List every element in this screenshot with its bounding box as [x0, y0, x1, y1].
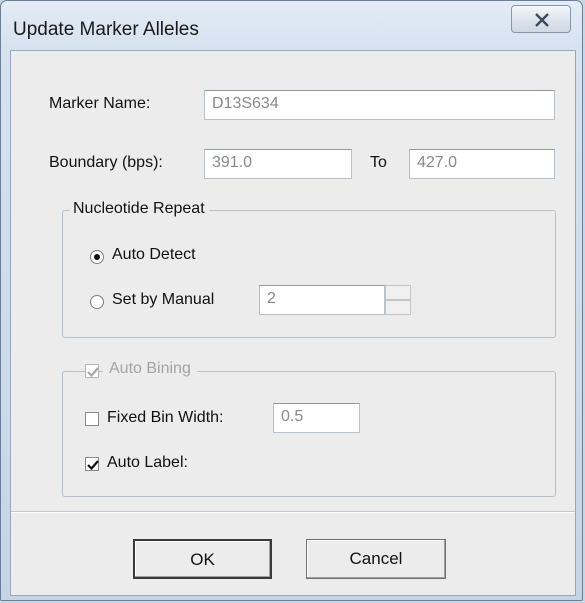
- auto-label-label[interactable]: Auto Label:: [107, 454, 188, 472]
- fixed-bin-width-field[interactable]: 0.5: [273, 403, 360, 433]
- boundary-to-label: To: [370, 154, 387, 171]
- auto-label-checkbox[interactable]: [85, 457, 99, 471]
- checkmark-icon: [87, 460, 99, 471]
- button-separator: [11, 511, 575, 513]
- auto-detect-radio[interactable]: [90, 250, 104, 264]
- boundary-from-field[interactable]: 391.0: [204, 149, 352, 179]
- boundary-label: Boundary (bps):: [49, 154, 163, 171]
- marker-name-field[interactable]: D13S634: [204, 90, 555, 120]
- boundary-to-field[interactable]: 427.0: [409, 149, 555, 179]
- fixed-bin-width-checkbox[interactable]: [85, 412, 99, 426]
- dialog-window: Update Marker Alleles Marker Name: D13S6…: [0, 0, 583, 601]
- spin-up-button[interactable]: [385, 285, 411, 300]
- spin-down-button[interactable]: [385, 300, 411, 315]
- dialog-client-area: Marker Name: D13S634 Boundary (bps): 391…: [10, 50, 576, 596]
- nucleotide-repeat-group: [62, 210, 556, 338]
- set-by-manual-label[interactable]: Set by Manual: [112, 291, 214, 309]
- fixed-bin-width-label[interactable]: Fixed Bin Width:: [107, 409, 223, 427]
- set-by-manual-radio[interactable]: [90, 295, 104, 309]
- ok-button[interactable]: OK: [133, 539, 272, 579]
- manual-repeat-spinner[interactable]: [385, 285, 411, 315]
- auto-binning-label: Auto Bining: [103, 360, 197, 378]
- title-bar[interactable]: Update Marker Alleles: [1, 1, 584, 45]
- checkmark-icon: [87, 367, 99, 378]
- auto-detect-label[interactable]: Auto Detect: [112, 246, 196, 264]
- marker-name-label: Marker Name:: [49, 95, 151, 112]
- close-button[interactable]: [511, 5, 571, 33]
- auto-binning-group: [62, 371, 556, 497]
- dialog-title: Update Marker Alleles: [13, 19, 199, 40]
- cancel-button[interactable]: Cancel: [306, 539, 446, 579]
- nucleotide-repeat-group-label: Nucleotide Repeat: [69, 200, 209, 218]
- close-icon: [535, 13, 549, 27]
- auto-binning-checkbox[interactable]: [85, 364, 99, 378]
- manual-repeat-field[interactable]: 2: [259, 285, 385, 315]
- radio-selected-dot: [94, 254, 100, 260]
